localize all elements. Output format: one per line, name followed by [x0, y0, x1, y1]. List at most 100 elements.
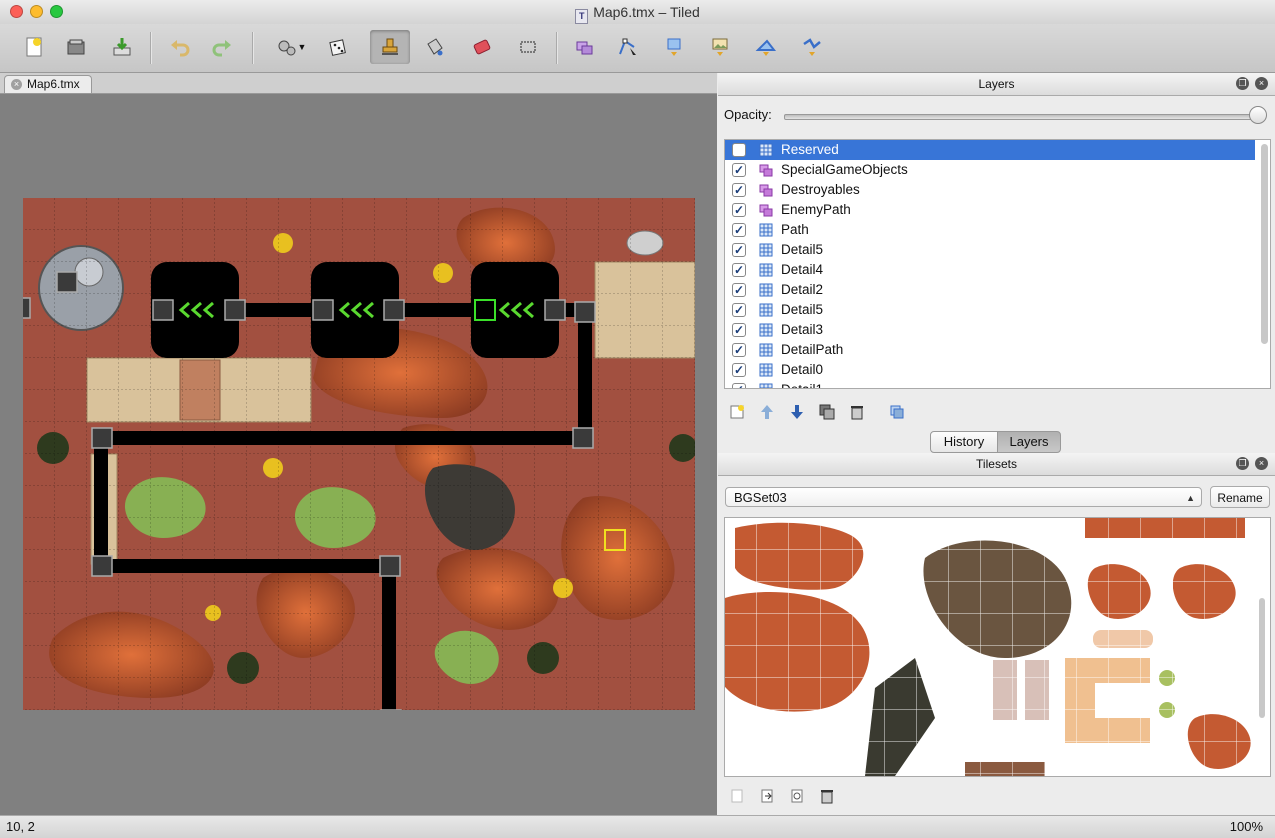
layer-row[interactable]: ✓ DetailPath [725, 340, 1255, 360]
float-dock-icon[interactable]: ❐ [1236, 457, 1249, 470]
layer-row[interactable]: ✓ Path [725, 220, 1255, 240]
layer-visibility-checkbox[interactable]: ✓ [732, 183, 746, 197]
layer-name: Detail5 [781, 302, 824, 317]
save-button[interactable] [104, 32, 140, 62]
random-mode-button[interactable]: ▼ [268, 32, 314, 62]
tab-history[interactable]: History [930, 431, 998, 453]
layer-visibility-checkbox[interactable]: ✓ [732, 343, 746, 357]
path-node[interactable] [91, 555, 113, 577]
tab-layers[interactable]: Layers [997, 431, 1061, 453]
layer-row[interactable]: Reserved [725, 140, 1255, 160]
path-node[interactable] [383, 299, 405, 321]
duplicate-icon [819, 404, 835, 420]
path-node[interactable] [56, 271, 78, 293]
layer-row[interactable]: ✓ Destroyables [725, 180, 1255, 200]
layer-visibility-checkbox[interactable]: ✓ [732, 383, 746, 388]
layer-row[interactable]: ✓ Detail1 [725, 380, 1255, 388]
path-node[interactable] [23, 297, 31, 319]
map-view[interactable] [23, 198, 695, 710]
layer-row[interactable]: ✓ EnemyPath [725, 200, 1255, 220]
path-node[interactable] [91, 427, 113, 449]
new-map-button[interactable] [16, 32, 52, 62]
path-node[interactable] [574, 301, 596, 323]
open-file-button[interactable] [58, 32, 94, 62]
close-dock-icon[interactable]: × [1255, 77, 1268, 90]
rename-tileset-button[interactable]: Rename [1210, 486, 1270, 508]
bucket-fill-icon [427, 38, 443, 56]
tileset-selector[interactable]: BGSet03 ▲ [725, 487, 1202, 507]
document-tab[interactable]: × Map6.tmx [4, 75, 92, 93]
select-objects-button[interactable] [566, 32, 602, 62]
path-node[interactable] [379, 555, 401, 577]
tileset-image[interactable] [725, 518, 1270, 776]
opacity-slider[interactable] [784, 114, 1266, 120]
delete-layer-button[interactable] [846, 401, 868, 423]
rect-select-button[interactable] [510, 32, 546, 62]
layers-title: Layers [978, 77, 1015, 91]
raise-layer-button[interactable] [756, 401, 778, 423]
tileset-view[interactable] [724, 517, 1271, 777]
tilesets-dock: Tilesets ❐ × BGSet03 ▲ Rename [718, 453, 1275, 815]
rect-select-icon [520, 41, 536, 53]
layer-list[interactable]: ✓ Detail1 ✓ Detail0 ✓ DetailPath ✓ Detail3 ✓ Deta… [724, 139, 1271, 389]
layer-list-scrollbar[interactable] [1261, 144, 1268, 344]
bucket-fill-button[interactable] [416, 32, 452, 62]
insert-polyline-icon [803, 38, 821, 56]
delete-tileset-button[interactable] [816, 785, 838, 807]
duplicate-layer-button[interactable] [816, 401, 838, 423]
layer-visibility-checkbox[interactable]: ✓ [732, 243, 746, 257]
layer-name: Detail1 [781, 382, 823, 388]
path-node[interactable] [544, 299, 566, 321]
path-node[interactable] [224, 299, 246, 321]
float-dock-icon[interactable]: ❐ [1236, 77, 1249, 90]
path-node[interactable] [572, 427, 594, 449]
redo-button[interactable] [204, 32, 240, 62]
random-button[interactable] [320, 32, 356, 62]
tileset-scrollbar[interactable] [1259, 598, 1265, 718]
layer-visibility-checkbox[interactable]: ✓ [732, 263, 746, 277]
main-toolbar: ▼ [0, 24, 1275, 73]
layer-row[interactable]: ✓ Detail4 [725, 260, 1255, 280]
opacity-slider-knob[interactable] [1249, 106, 1267, 124]
layer-visibility-checkbox[interactable]: ✓ [732, 303, 746, 317]
layer-row[interactable]: ✓ Detail5 [725, 300, 1255, 320]
insert-polygon-button[interactable] [748, 32, 784, 62]
layer-row[interactable]: ✓ Detail3 [725, 320, 1255, 340]
layer-row[interactable]: ✓ SpecialGameObjects [725, 160, 1255, 180]
map-editor[interactable]: × Map6.tmx [0, 73, 717, 815]
layer-visibility-checkbox[interactable]: ✓ [732, 163, 746, 177]
insert-image-icon [712, 38, 728, 56]
undo-button[interactable] [162, 32, 198, 62]
lower-layer-button[interactable] [786, 401, 808, 423]
layer-visibility-checkbox[interactable]: ✓ [732, 223, 746, 237]
tile-layer-icon [759, 283, 773, 297]
layer-visibility-checkbox[interactable]: ✓ [732, 323, 746, 337]
import-tileset-button[interactable] [756, 785, 778, 807]
layer-visibility-checkbox[interactable]: ✓ [732, 363, 746, 377]
insert-image-button[interactable] [702, 32, 738, 62]
layer-row[interactable]: ✓ Detail2 [725, 280, 1255, 300]
layer-visibility-checkbox[interactable]: ✓ [732, 203, 746, 217]
layer-properties-button[interactable] [886, 401, 908, 423]
layer-row[interactable]: ✓ Detail0 [725, 360, 1255, 380]
insert-polyline-button[interactable] [794, 32, 830, 62]
insert-rectangle-button[interactable] [656, 32, 692, 62]
layer-visibility-checkbox[interactable] [732, 143, 746, 157]
path-node[interactable] [312, 299, 334, 321]
path-node[interactable] [152, 299, 174, 321]
zoom-level[interactable]: 100% [1230, 819, 1263, 834]
map-canvas[interactable] [23, 198, 695, 710]
tileset-properties-button[interactable] [786, 785, 808, 807]
layer-visibility-checkbox[interactable]: ✓ [732, 283, 746, 297]
stamp-brush-button[interactable] [370, 30, 410, 64]
add-layer-button[interactable] [726, 401, 748, 423]
layer-row[interactable]: ✓ Detail5 [725, 240, 1255, 260]
eraser-button[interactable] [464, 32, 500, 62]
new-tileset-button[interactable] [726, 785, 748, 807]
edit-polygons-button[interactable] [610, 32, 646, 62]
close-dock-icon[interactable]: × [1255, 457, 1268, 470]
opacity-label: Opacity: [724, 107, 772, 122]
close-tab-icon[interactable]: × [11, 79, 22, 90]
new-tileset-icon [731, 789, 743, 803]
chevron-down-icon: ▼ [297, 42, 307, 52]
